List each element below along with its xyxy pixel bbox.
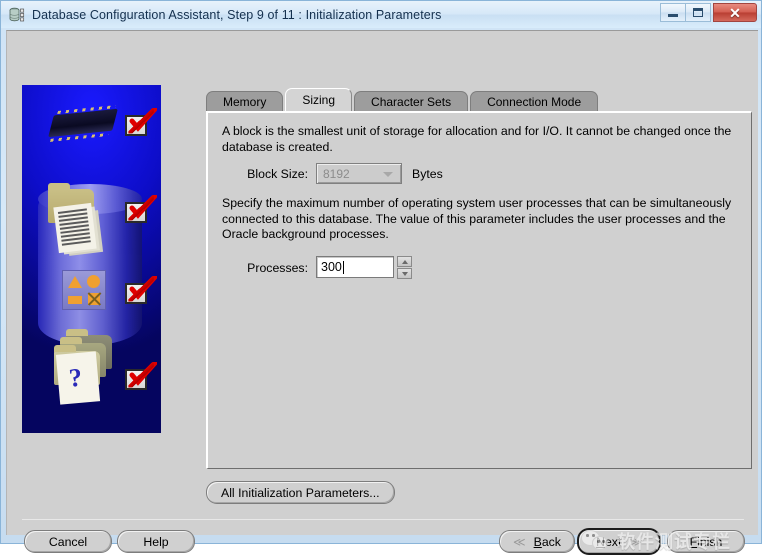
close-button[interactable]: ✕ <box>713 3 757 22</box>
chevron-left-icon: ≪ <box>513 534 526 549</box>
button-label: Back <box>533 534 561 549</box>
chevron-right-icon: ≫ <box>629 534 642 549</box>
button-label: Next <box>596 534 622 549</box>
title-bar: Database Configuration Assistant, Step 9… <box>1 1 761 28</box>
minimize-icon <box>668 14 678 17</box>
processes-row: Processes: 300 <box>222 256 412 279</box>
question-document-icon: ? <box>55 351 101 405</box>
tab-label: Memory <box>223 95 267 109</box>
block-size-label: Block Size: <box>247 166 308 181</box>
cancel-button[interactable]: Cancel <box>24 530 112 553</box>
tab-memory[interactable]: Memory <box>206 91 284 112</box>
caret-down-icon <box>401 271 408 276</box>
documents-icon <box>53 202 97 254</box>
tab-label: Character Sets <box>371 95 452 109</box>
back-button[interactable]: ≪ Back <box>499 530 575 553</box>
close-icon: ✕ <box>729 4 741 21</box>
checkmark-icon <box>125 276 157 304</box>
client-area: ? Memory Sizing Character Sets Connectio… <box>6 30 758 555</box>
maximize-button[interactable] <box>685 3 711 22</box>
tab-label: Connection Mode <box>487 95 582 109</box>
checkmark-icon <box>125 362 157 390</box>
button-label: Cancel <box>48 534 88 549</box>
checkmark-icon <box>125 108 157 136</box>
tab-sizing[interactable]: Sizing <box>285 88 353 111</box>
spinner-buttons <box>397 256 412 279</box>
tab-character-sets[interactable]: Character Sets <box>354 91 469 112</box>
tab-strip: Memory Sizing Character Sets Connection … <box>206 88 600 112</box>
sidebar-illustration: ? <box>22 85 161 433</box>
button-label: All Initialization Parameters... <box>221 485 380 500</box>
application-window: Database Configuration Assistant, Step 9… <box>0 0 762 555</box>
tab-connection-mode[interactable]: Connection Mode <box>470 91 599 112</box>
spinner-up-button[interactable] <box>397 256 412 267</box>
processes-input[interactable]: 300 <box>316 256 394 278</box>
window-title: Database Configuration Assistant, Step 9… <box>32 7 442 22</box>
database-icon <box>9 7 25 23</box>
processes-stepper: 300 <box>316 256 412 279</box>
processes-value: 300 <box>321 260 342 274</box>
spinner-down-button[interactable] <box>397 268 412 279</box>
processes-label: Processes: <box>247 260 308 275</box>
processes-description: Specify the maximum number of operating … <box>222 196 732 241</box>
finish-button[interactable]: Finish <box>667 530 745 553</box>
footer-divider <box>22 519 744 520</box>
block-size-value: 8192 <box>323 166 350 181</box>
schema-objects-icon <box>62 270 106 310</box>
button-label: Finish <box>689 534 723 549</box>
minimize-button[interactable] <box>660 3 686 22</box>
block-size-description: A block is the smallest unit of storage … <box>222 124 732 154</box>
sizing-panel: A block is the smallest unit of storage … <box>206 111 752 469</box>
button-label: Help <box>143 534 169 549</box>
chip-icon <box>48 108 118 138</box>
text-caret <box>342 260 344 274</box>
help-button[interactable]: Help <box>117 530 195 553</box>
window-controls: ✕ <box>660 3 757 22</box>
block-size-dropdown[interactable]: 8192 <box>316 163 402 184</box>
caret-up-icon <box>401 259 408 264</box>
block-size-unit: Bytes <box>412 166 443 181</box>
chevron-down-icon <box>383 172 393 177</box>
checkmark-icon <box>125 195 157 223</box>
next-button[interactable]: Next ≫ <box>577 528 661 555</box>
block-size-row: Block Size: 8192 Bytes <box>222 163 443 184</box>
all-initialization-parameters-button[interactable]: All Initialization Parameters... <box>206 481 395 504</box>
restore-icon <box>693 8 703 17</box>
tab-label: Sizing <box>302 93 336 107</box>
